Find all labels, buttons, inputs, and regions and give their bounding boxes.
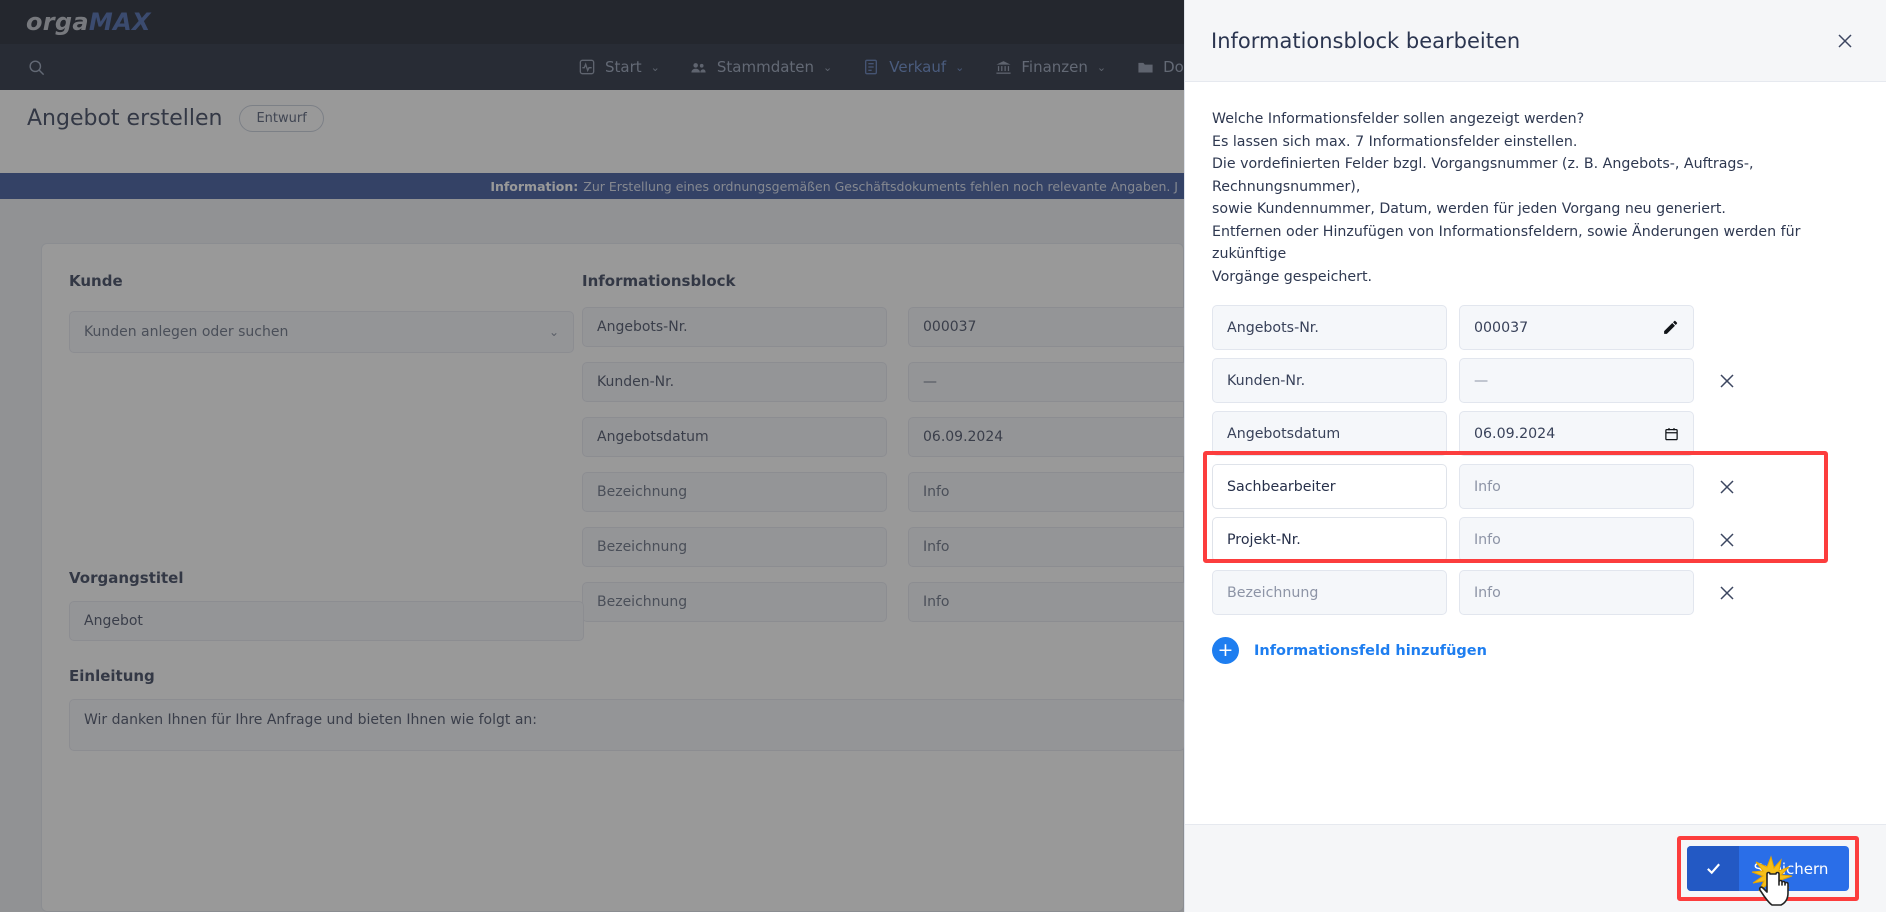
remove-field-button[interactable] <box>1706 464 1748 509</box>
description-line: Welche Informationsfelder sollen angezei… <box>1212 111 1585 127</box>
field-value-input[interactable]: Info <box>1459 517 1694 562</box>
field-label-input[interactable]: Sachbearbeiter <box>1212 464 1447 509</box>
save-button[interactable]: Speichern <box>1687 846 1849 891</box>
modal-backdrop[interactable] <box>0 0 1184 912</box>
description-line: Die vordefinierten Felder bzgl. Vorgangs… <box>1212 156 1754 195</box>
save-button-label: Speichern <box>1753 859 1829 878</box>
edit-information-block-dialog: Informationsblock bearbeiten Welche Info… <box>1184 0 1886 912</box>
field-label-input[interactable]: Angebots-Nr. <box>1212 305 1447 350</box>
field-value-input[interactable]: 000037 <box>1459 305 1694 350</box>
information-field-rows: Angebots-Nr. 000037 Kunden-Nr. — Angebot… <box>1203 305 1859 615</box>
add-information-field-label: Informationsfeld hinzufügen <box>1254 642 1487 659</box>
field-label-input[interactable]: Angebotsdatum <box>1212 411 1447 456</box>
dialog-footer: Speichern <box>1185 824 1886 912</box>
information-field-row: Angebotsdatum 06.09.2024 <box>1212 411 1859 456</box>
information-field-row: Sachbearbeiter Info <box>1212 464 1859 509</box>
pencil-icon[interactable] <box>1662 319 1679 336</box>
field-date-input[interactable]: 06.09.2024 <box>1459 411 1694 456</box>
dialog-header: Informationsblock bearbeiten <box>1185 0 1886 82</box>
remove-field-button[interactable] <box>1706 517 1748 562</box>
remove-field-button[interactable] <box>1706 570 1748 615</box>
field-value-text: — <box>1474 372 1489 389</box>
field-value-text: Info <box>1474 584 1501 601</box>
field-value-text: Info <box>1474 478 1501 495</box>
information-field-row: Bezeichnung Info <box>1212 570 1859 615</box>
dialog-title: Informationsblock bearbeiten <box>1211 28 1521 53</box>
information-field-row: Kunden-Nr. — <box>1212 358 1859 403</box>
remove-field-button[interactable] <box>1706 358 1748 403</box>
plus-icon: + <box>1212 637 1239 664</box>
description-line: Es lassen sich max. 7 Informationsfelder… <box>1212 133 1578 150</box>
field-value-text: 06.09.2024 <box>1474 425 1556 442</box>
field-label-input[interactable]: Bezeichnung <box>1212 570 1447 615</box>
description-line: sowie Kundennummer, Datum, werden für je… <box>1212 201 1726 217</box>
field-value-input[interactable]: Info <box>1459 464 1694 509</box>
dialog-body: Welche Informationsfelder sollen angezei… <box>1185 82 1886 824</box>
field-label-input[interactable]: Kunden-Nr. <box>1212 358 1447 403</box>
field-value-input[interactable]: — <box>1459 358 1694 403</box>
field-value-input[interactable]: Info <box>1459 570 1694 615</box>
close-icon[interactable] <box>1830 26 1860 56</box>
dialog-description: Welche Informationsfelder sollen angezei… <box>1212 108 1859 288</box>
calendar-icon[interactable] <box>1664 426 1679 442</box>
information-field-row: Angebots-Nr. 000037 <box>1212 305 1859 350</box>
description-line: Entfernen oder Hinzufügen von Informatio… <box>1212 223 1801 263</box>
screen: orgaMAX Start ⌄ Stammda <box>0 0 1886 912</box>
field-value-text: Info <box>1474 531 1501 548</box>
field-value-text: 000037 <box>1474 319 1529 336</box>
check-icon <box>1687 846 1739 891</box>
information-field-row: Projekt-Nr. Info <box>1212 517 1859 562</box>
description-line: Vorgänge gespeichert. <box>1212 268 1373 285</box>
highlight-annotation-save: Speichern <box>1677 836 1859 901</box>
add-information-field-button[interactable]: + Informationsfeld hinzufügen <box>1212 637 1859 664</box>
field-label-input[interactable]: Projekt-Nr. <box>1212 517 1447 562</box>
